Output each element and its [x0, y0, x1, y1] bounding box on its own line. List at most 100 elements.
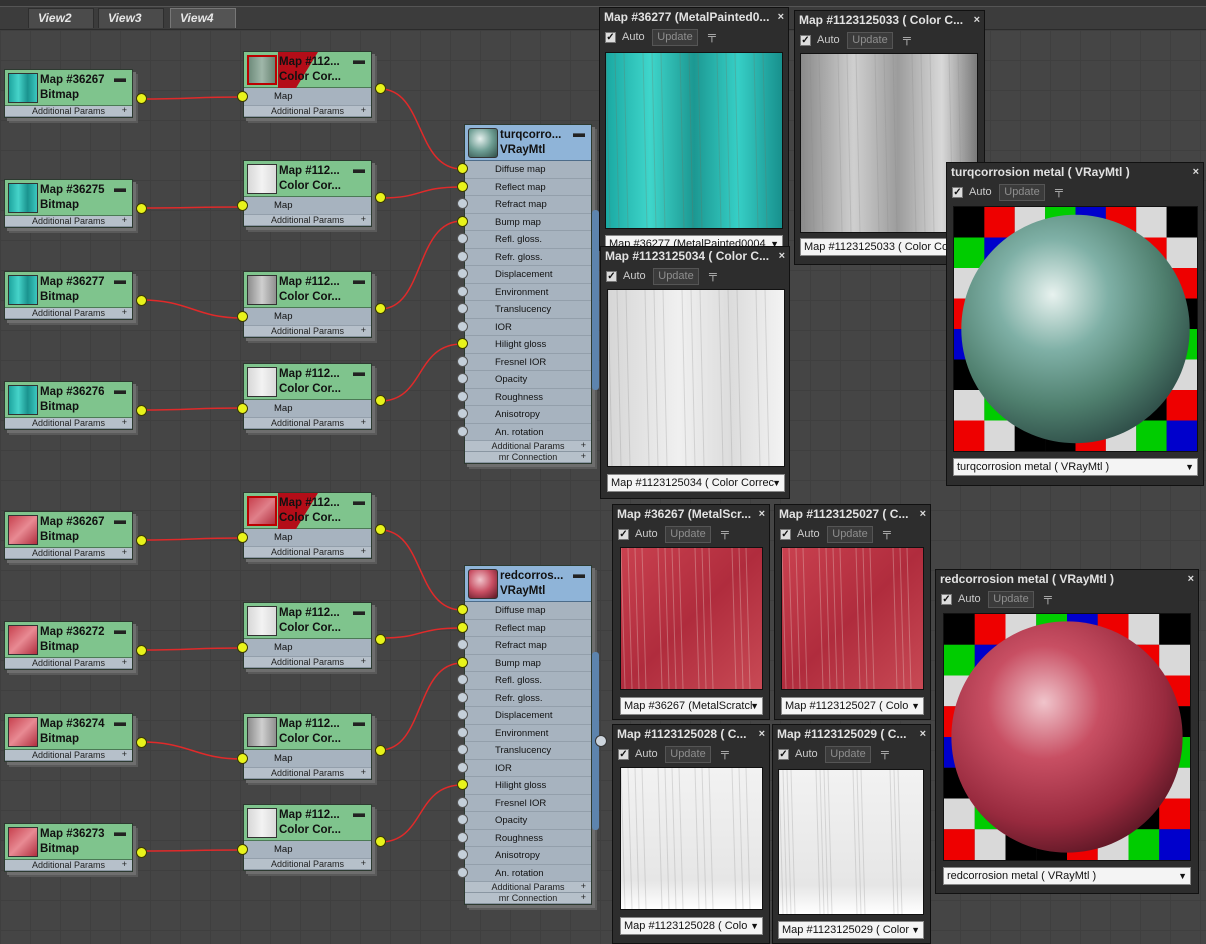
additional-params-row[interactable]: Additional Params	[465, 881, 591, 893]
minimize-icon[interactable]: ▬	[353, 365, 365, 379]
minimize-icon[interactable]: ▬	[114, 513, 126, 527]
map-select-dropdown[interactable]: redcorrosion metal ( VRayMtl ) ▼	[943, 867, 1191, 885]
output-socket[interactable]	[136, 535, 147, 546]
preview-title-bar[interactable]: Map #1123125027 ( C... ×	[775, 505, 930, 525]
auto-checkbox[interactable]: ✓	[605, 32, 616, 43]
slot-socket[interactable]	[457, 814, 468, 825]
minimize-icon[interactable]: ▬	[114, 623, 126, 637]
auto-checkbox[interactable]: ✓	[618, 529, 629, 540]
update-button[interactable]: Update	[847, 32, 893, 49]
output-socket[interactable]	[375, 745, 386, 756]
slot-socket[interactable]	[457, 849, 468, 860]
color-correct-node[interactable]: Map #112... Color Cor... ▬ Map Additional Pa…	[243, 492, 372, 559]
pin-icon[interactable]: ╤	[1044, 592, 1058, 608]
input-socket[interactable]	[237, 91, 248, 102]
close-icon[interactable]: ×	[759, 725, 765, 744]
pin-icon[interactable]: ╤	[1055, 185, 1069, 201]
node-header[interactable]: Map #112... Color Cor... ▬	[244, 364, 371, 400]
update-button[interactable]: Update	[825, 746, 871, 763]
node-header[interactable]: Map #112... Color Cor... ▬	[244, 272, 371, 308]
slot-socket[interactable]	[457, 285, 468, 297]
output-socket[interactable]	[136, 203, 147, 214]
slot-socket[interactable]	[457, 691, 468, 703]
minimize-icon[interactable]: ▬	[114, 71, 126, 85]
slot-socket[interactable]	[457, 604, 468, 615]
preview-title-bar[interactable]: redcorrosion metal ( VRayMtl ) ×	[936, 570, 1198, 590]
node-header[interactable]: Map #36276 Bitmap ▬	[5, 382, 132, 418]
map-select-dropdown[interactable]: turqcorrosion metal ( VRayMtl ) ▼	[953, 458, 1198, 476]
output-socket[interactable]	[375, 192, 386, 203]
node-header[interactable]: Map #112... Color Cor... ▬	[244, 603, 371, 639]
additional-params-row[interactable]: Additional Params	[244, 767, 371, 779]
preview-title-bar[interactable]: Map #1123125029 ( C... ×	[773, 725, 930, 745]
slot-socket[interactable]	[457, 180, 468, 192]
minimize-icon[interactable]: ▬	[353, 494, 365, 508]
map-select-dropdown[interactable]: Map #1123125034 ( Color Correc ▼	[607, 474, 785, 492]
output-socket[interactable]	[136, 405, 147, 416]
pin-icon[interactable]: ╤	[721, 747, 735, 763]
map-select-dropdown[interactable]: Map #1123125028 ( Colo ▼	[620, 917, 763, 935]
color-correct-node[interactable]: Map #112... Color Cor... ▬ Map Additional Pa…	[243, 51, 372, 118]
vraymtl-node[interactable]: turqcorro... VRayMtl ▬ Diffuse map Reflect m…	[464, 124, 592, 464]
node-header[interactable]: Map #36275 Bitmap ▬	[5, 180, 132, 216]
slot-socket[interactable]	[457, 425, 468, 437]
slot-socket[interactable]	[457, 198, 468, 209]
close-icon[interactable]: ×	[759, 505, 765, 524]
slot-socket[interactable]	[457, 338, 468, 349]
minimize-icon[interactable]: ▬	[114, 383, 126, 397]
additional-params-row[interactable]: Additional Params	[5, 215, 132, 227]
color-correct-node[interactable]: Map #112... Color Cor... ▬ Map Additional Pa…	[243, 602, 372, 669]
node-header[interactable]: Map #36267 Bitmap ▬	[5, 70, 132, 106]
output-socket[interactable]	[375, 395, 386, 406]
minimize-icon[interactable]: ▬	[353, 604, 365, 618]
auto-checkbox[interactable]: ✓	[606, 271, 617, 282]
slot-socket[interactable]	[457, 761, 468, 773]
slot-socket[interactable]	[457, 709, 468, 720]
update-button[interactable]: Update	[999, 184, 1045, 201]
pin-icon[interactable]: ╤	[721, 527, 735, 543]
input-socket[interactable]	[237, 753, 248, 764]
slot-socket[interactable]	[457, 796, 468, 808]
node-header[interactable]: Map #36274 Bitmap ▬	[5, 714, 132, 750]
bitmap-node[interactable]: Map #36275 Bitmap ▬ Additional Params	[4, 179, 133, 228]
auto-checkbox[interactable]: ✓	[778, 749, 789, 760]
minimize-icon[interactable]: ▬	[114, 181, 126, 195]
additional-params-row[interactable]: Additional Params	[5, 417, 132, 429]
map-select-dropdown[interactable]: Map #1123125029 ( Color ▼	[778, 921, 924, 939]
output-socket[interactable]	[136, 295, 147, 306]
additional-params-row[interactable]: Additional Params	[5, 105, 132, 117]
node-header[interactable]: Map #112... Color Cor... ▬	[244, 161, 371, 197]
pin-icon[interactable]: ╤	[903, 33, 917, 49]
preview-title-bar[interactable]: Map #1123125033 ( Color C... ×	[795, 11, 984, 31]
output-socket[interactable]	[136, 847, 147, 858]
bitmap-node[interactable]: Map #36273 Bitmap ▬ Additional Params	[4, 823, 133, 872]
additional-params-row[interactable]: Additional Params	[5, 749, 132, 761]
minimize-icon[interactable]: ▬	[353, 53, 365, 67]
slot-socket[interactable]	[457, 866, 468, 878]
slot-socket[interactable]	[457, 639, 468, 650]
close-icon[interactable]: ×	[920, 725, 926, 744]
slot-socket[interactable]	[457, 215, 468, 227]
slot-socket[interactable]	[457, 621, 468, 633]
node-header[interactable]: Map #36277 Bitmap ▬	[5, 272, 132, 308]
slot-socket[interactable]	[457, 674, 468, 685]
preview-title-bar[interactable]: Map #1123125028 ( C... ×	[613, 725, 769, 745]
pin-icon[interactable]: ╤	[883, 527, 897, 543]
additional-params-row[interactable]: Additional Params	[5, 547, 132, 559]
output-socket[interactable]	[136, 737, 147, 748]
minimize-icon[interactable]: ▬	[114, 825, 126, 839]
node-header[interactable]: turqcorro... VRayMtl ▬	[465, 125, 591, 161]
vraymtl-node[interactable]: redcorros... VRayMtl ▬ Diffuse map Reflect m…	[464, 565, 592, 905]
preview-title-bar[interactable]: turqcorrosion metal ( VRayMtl ) ×	[947, 163, 1203, 183]
node-header[interactable]: Map #112... Color Cor... ▬	[244, 714, 371, 750]
map-select-dropdown[interactable]: Map #1123125027 ( Colo ▼	[781, 697, 924, 715]
additional-params-row[interactable]: Additional Params	[244, 546, 371, 558]
slot-socket[interactable]	[457, 744, 468, 755]
mr-connection-row[interactable]: mr Connection	[465, 892, 591, 904]
slot-socket[interactable]	[457, 303, 468, 314]
bitmap-node[interactable]: Map #36276 Bitmap ▬ Additional Params	[4, 381, 133, 430]
auto-checkbox[interactable]: ✓	[618, 749, 629, 760]
minimize-icon[interactable]: ▬	[114, 273, 126, 287]
additional-params-row[interactable]: Additional Params	[244, 858, 371, 870]
input-socket[interactable]	[237, 311, 248, 322]
